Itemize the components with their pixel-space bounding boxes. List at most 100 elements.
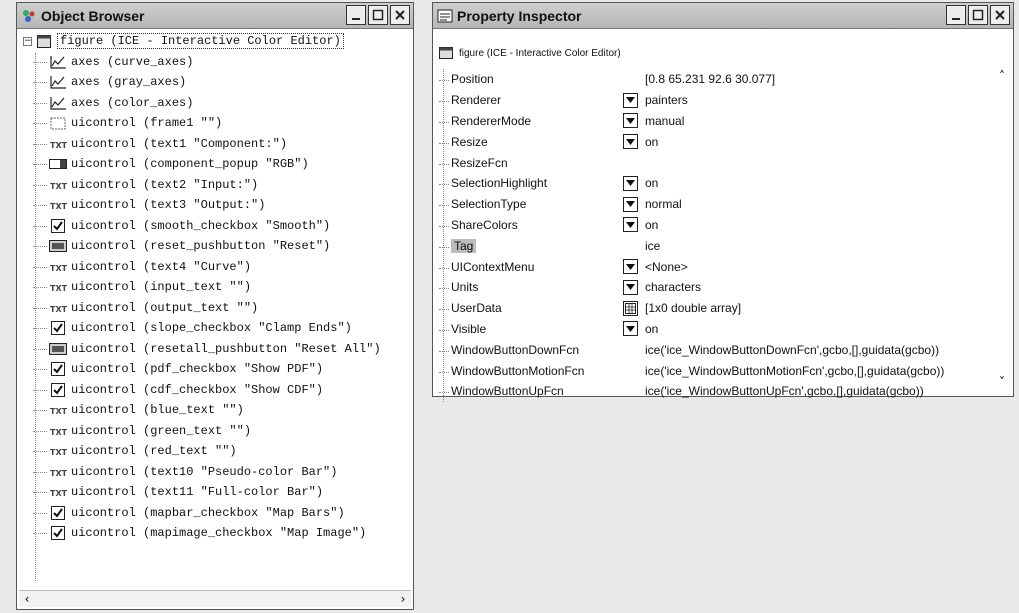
property-value[interactable]: [0.8 65.231 92.6 30.077] <box>645 72 993 86</box>
property-row[interactable]: Visible on <box>437 319 993 340</box>
array-editor-icon[interactable] <box>623 300 638 316</box>
property-value[interactable]: normal <box>645 197 993 211</box>
scroll-right-icon[interactable]: › <box>395 592 411 606</box>
tree-item[interactable]: TXT uicontrol (text2 "Input:") <box>19 175 411 196</box>
property-row[interactable]: UIContextMenu <None> <box>437 256 993 277</box>
tree-item[interactable]: uicontrol (frame1 "") <box>19 113 411 134</box>
scroll-down-icon[interactable]: ˅ <box>994 375 1010 389</box>
tree-item[interactable]: TXT uicontrol (text3 "Output:") <box>19 195 411 216</box>
dropdown-arrow-icon[interactable] <box>623 92 638 108</box>
tree-item[interactable]: uicontrol (slope_checkbox "Clamp Ends") <box>19 318 411 339</box>
tree-item[interactable]: uicontrol (pdf_checkbox "Show PDF") <box>19 359 411 380</box>
property-value[interactable]: ice('ice_WindowButtonUpFcn',gcbo,[],guid… <box>645 384 993 398</box>
property-list[interactable]: Position [0.8 65.231 92.6 30.077] Renderer… <box>437 69 993 402</box>
tree-item[interactable]: uicontrol (mapimage_checkbox "Map Image"… <box>19 523 411 544</box>
maximize-button[interactable] <box>368 5 388 25</box>
minimize-button[interactable] <box>346 5 366 25</box>
property-row[interactable]: SelectionHighlight on <box>437 173 993 194</box>
tree-item[interactable]: axes (gray_axes) <box>19 72 411 93</box>
close-button[interactable] <box>390 5 410 25</box>
tree-item[interactable]: TXT uicontrol (input_text "") <box>19 277 411 298</box>
dropdown-arrow-icon[interactable] <box>623 279 638 295</box>
property-name: Resize <box>437 135 623 149</box>
horizontal-scrollbar[interactable]: ‹ › <box>19 590 411 607</box>
property-value[interactable]: <None> <box>645 260 993 274</box>
property-value[interactable]: ice('ice_WindowButtonDownFcn',gcbo,[],gu… <box>645 343 993 357</box>
tree-item-label: axes (curve_axes) <box>71 54 194 69</box>
tree-item[interactable]: uicontrol (resetall_pushbutton "Reset Al… <box>19 339 411 360</box>
pushbutton-icon <box>49 239 67 253</box>
property-row[interactable]: Position [0.8 65.231 92.6 30.077] <box>437 69 993 90</box>
text-icon: TXT <box>49 137 67 151</box>
tree-item[interactable]: TXT uicontrol (red_text "") <box>19 441 411 462</box>
property-value[interactable]: characters <box>645 280 993 294</box>
property-inspector-titlebar[interactable]: Property Inspector <box>433 3 1013 29</box>
property-value[interactable]: ice('ice_WindowButtonMotionFcn',gcbo,[],… <box>645 364 993 378</box>
property-name: WindowButtonMotionFcn <box>437 364 623 378</box>
property-name: SelectionType <box>437 197 623 211</box>
text-icon: TXT <box>49 444 67 458</box>
tree-item[interactable]: TXT uicontrol (text10 "Pseudo-color Bar") <box>19 462 411 483</box>
property-value[interactable]: [1x0 double array] <box>645 301 993 315</box>
checkbox-icon <box>49 321 67 336</box>
inspected-object-label: figure (ICE - Interactive Color Editor) <box>459 47 621 59</box>
vertical-scrollbar[interactable]: ˄ ˅ <box>995 69 1009 389</box>
tree-root-figure[interactable]: − figure (ICE - Interactive Color Editor… <box>19 31 411 52</box>
tree-item[interactable]: uicontrol (reset_pushbutton "Reset") <box>19 236 411 257</box>
tree-item[interactable]: axes (curve_axes) <box>19 52 411 73</box>
property-row[interactable]: UserData [1x0 double array] <box>437 298 993 319</box>
tree-item[interactable]: uicontrol (smooth_checkbox "Smooth") <box>19 216 411 237</box>
tree-item[interactable]: TXT uicontrol (text11 "Full-color Bar") <box>19 482 411 503</box>
property-value[interactable]: ice <box>645 239 993 253</box>
dropdown-arrow-icon[interactable] <box>623 196 638 212</box>
text-icon: TXT <box>49 465 67 479</box>
property-value[interactable]: manual <box>645 114 993 128</box>
tree-item-label: uicontrol (blue_text "") <box>71 403 244 418</box>
dropdown-arrow-icon[interactable] <box>623 113 638 129</box>
tree-item[interactable]: TXT uicontrol (output_text "") <box>19 298 411 319</box>
close-button[interactable] <box>990 5 1010 25</box>
tree-item-label: uicontrol (mapimage_checkbox "Map Image"… <box>71 526 367 541</box>
property-row[interactable]: RendererMode manual <box>437 111 993 132</box>
property-row[interactable]: WindowButtonUpFcn ice('ice_WindowButtonUp… <box>437 381 993 402</box>
property-value[interactable]: on <box>645 176 993 190</box>
scroll-up-icon[interactable]: ˄ <box>994 69 1010 83</box>
scroll-left-icon[interactable]: ‹ <box>19 592 35 606</box>
tree-item[interactable]: TXT uicontrol (green_text "") <box>19 421 411 442</box>
object-browser-titlebar[interactable]: Object Browser <box>17 3 413 29</box>
property-value[interactable]: painters <box>645 93 993 107</box>
property-row[interactable]: SelectionType normal <box>437 194 993 215</box>
property-row[interactable]: Tag ice <box>437 235 993 256</box>
dropdown-arrow-icon[interactable] <box>623 259 638 275</box>
property-value[interactable]: on <box>645 218 993 232</box>
property-row[interactable]: ShareColors on <box>437 215 993 236</box>
dropdown-arrow-icon[interactable] <box>623 175 638 191</box>
popup-icon <box>49 157 67 171</box>
dropdown-arrow-icon[interactable] <box>623 217 638 233</box>
tree-item[interactable]: TXT uicontrol (text4 "Curve") <box>19 257 411 278</box>
object-tree[interactable]: − figure (ICE - Interactive Color Editor… <box>19 31 411 589</box>
maximize-button[interactable] <box>968 5 988 25</box>
property-row[interactable]: WindowButtonMotionFcn ice('ice_WindowButt… <box>437 360 993 381</box>
tree-item-label: uicontrol (text2 "Input:") <box>71 177 259 192</box>
tree-item[interactable]: TXT uicontrol (blue_text "") <box>19 400 411 421</box>
property-name: Tag <box>437 238 623 253</box>
collapse-icon[interactable]: − <box>23 36 32 46</box>
property-value[interactable]: on <box>645 322 993 336</box>
property-row[interactable]: Units characters <box>437 277 993 298</box>
tree-item[interactable]: uicontrol (cdf_checkbox "Show CDF") <box>19 380 411 401</box>
property-row[interactable]: Renderer painters <box>437 90 993 111</box>
dropdown-arrow-icon[interactable] <box>623 321 638 337</box>
tree-item[interactable]: TXT uicontrol (text1 "Component:") <box>19 134 411 155</box>
property-row[interactable]: Resize on <box>437 131 993 152</box>
minimize-button[interactable] <box>946 5 966 25</box>
tree-item[interactable]: uicontrol (mapbar_checkbox "Map Bars") <box>19 503 411 524</box>
property-row[interactable]: ResizeFcn <box>437 152 993 173</box>
tree-item[interactable]: uicontrol (component_popup "RGB") <box>19 154 411 175</box>
property-value[interactable]: on <box>645 135 993 149</box>
object-browser-window: Object Browser − figure (ICE - Interacti… <box>16 2 414 610</box>
dropdown-arrow-icon[interactable] <box>623 134 638 150</box>
svg-text:TXT: TXT <box>50 182 67 191</box>
tree-item[interactable]: axes (color_axes) <box>19 93 411 114</box>
property-row[interactable]: WindowButtonDownFcn ice('ice_WindowButton… <box>437 339 993 360</box>
